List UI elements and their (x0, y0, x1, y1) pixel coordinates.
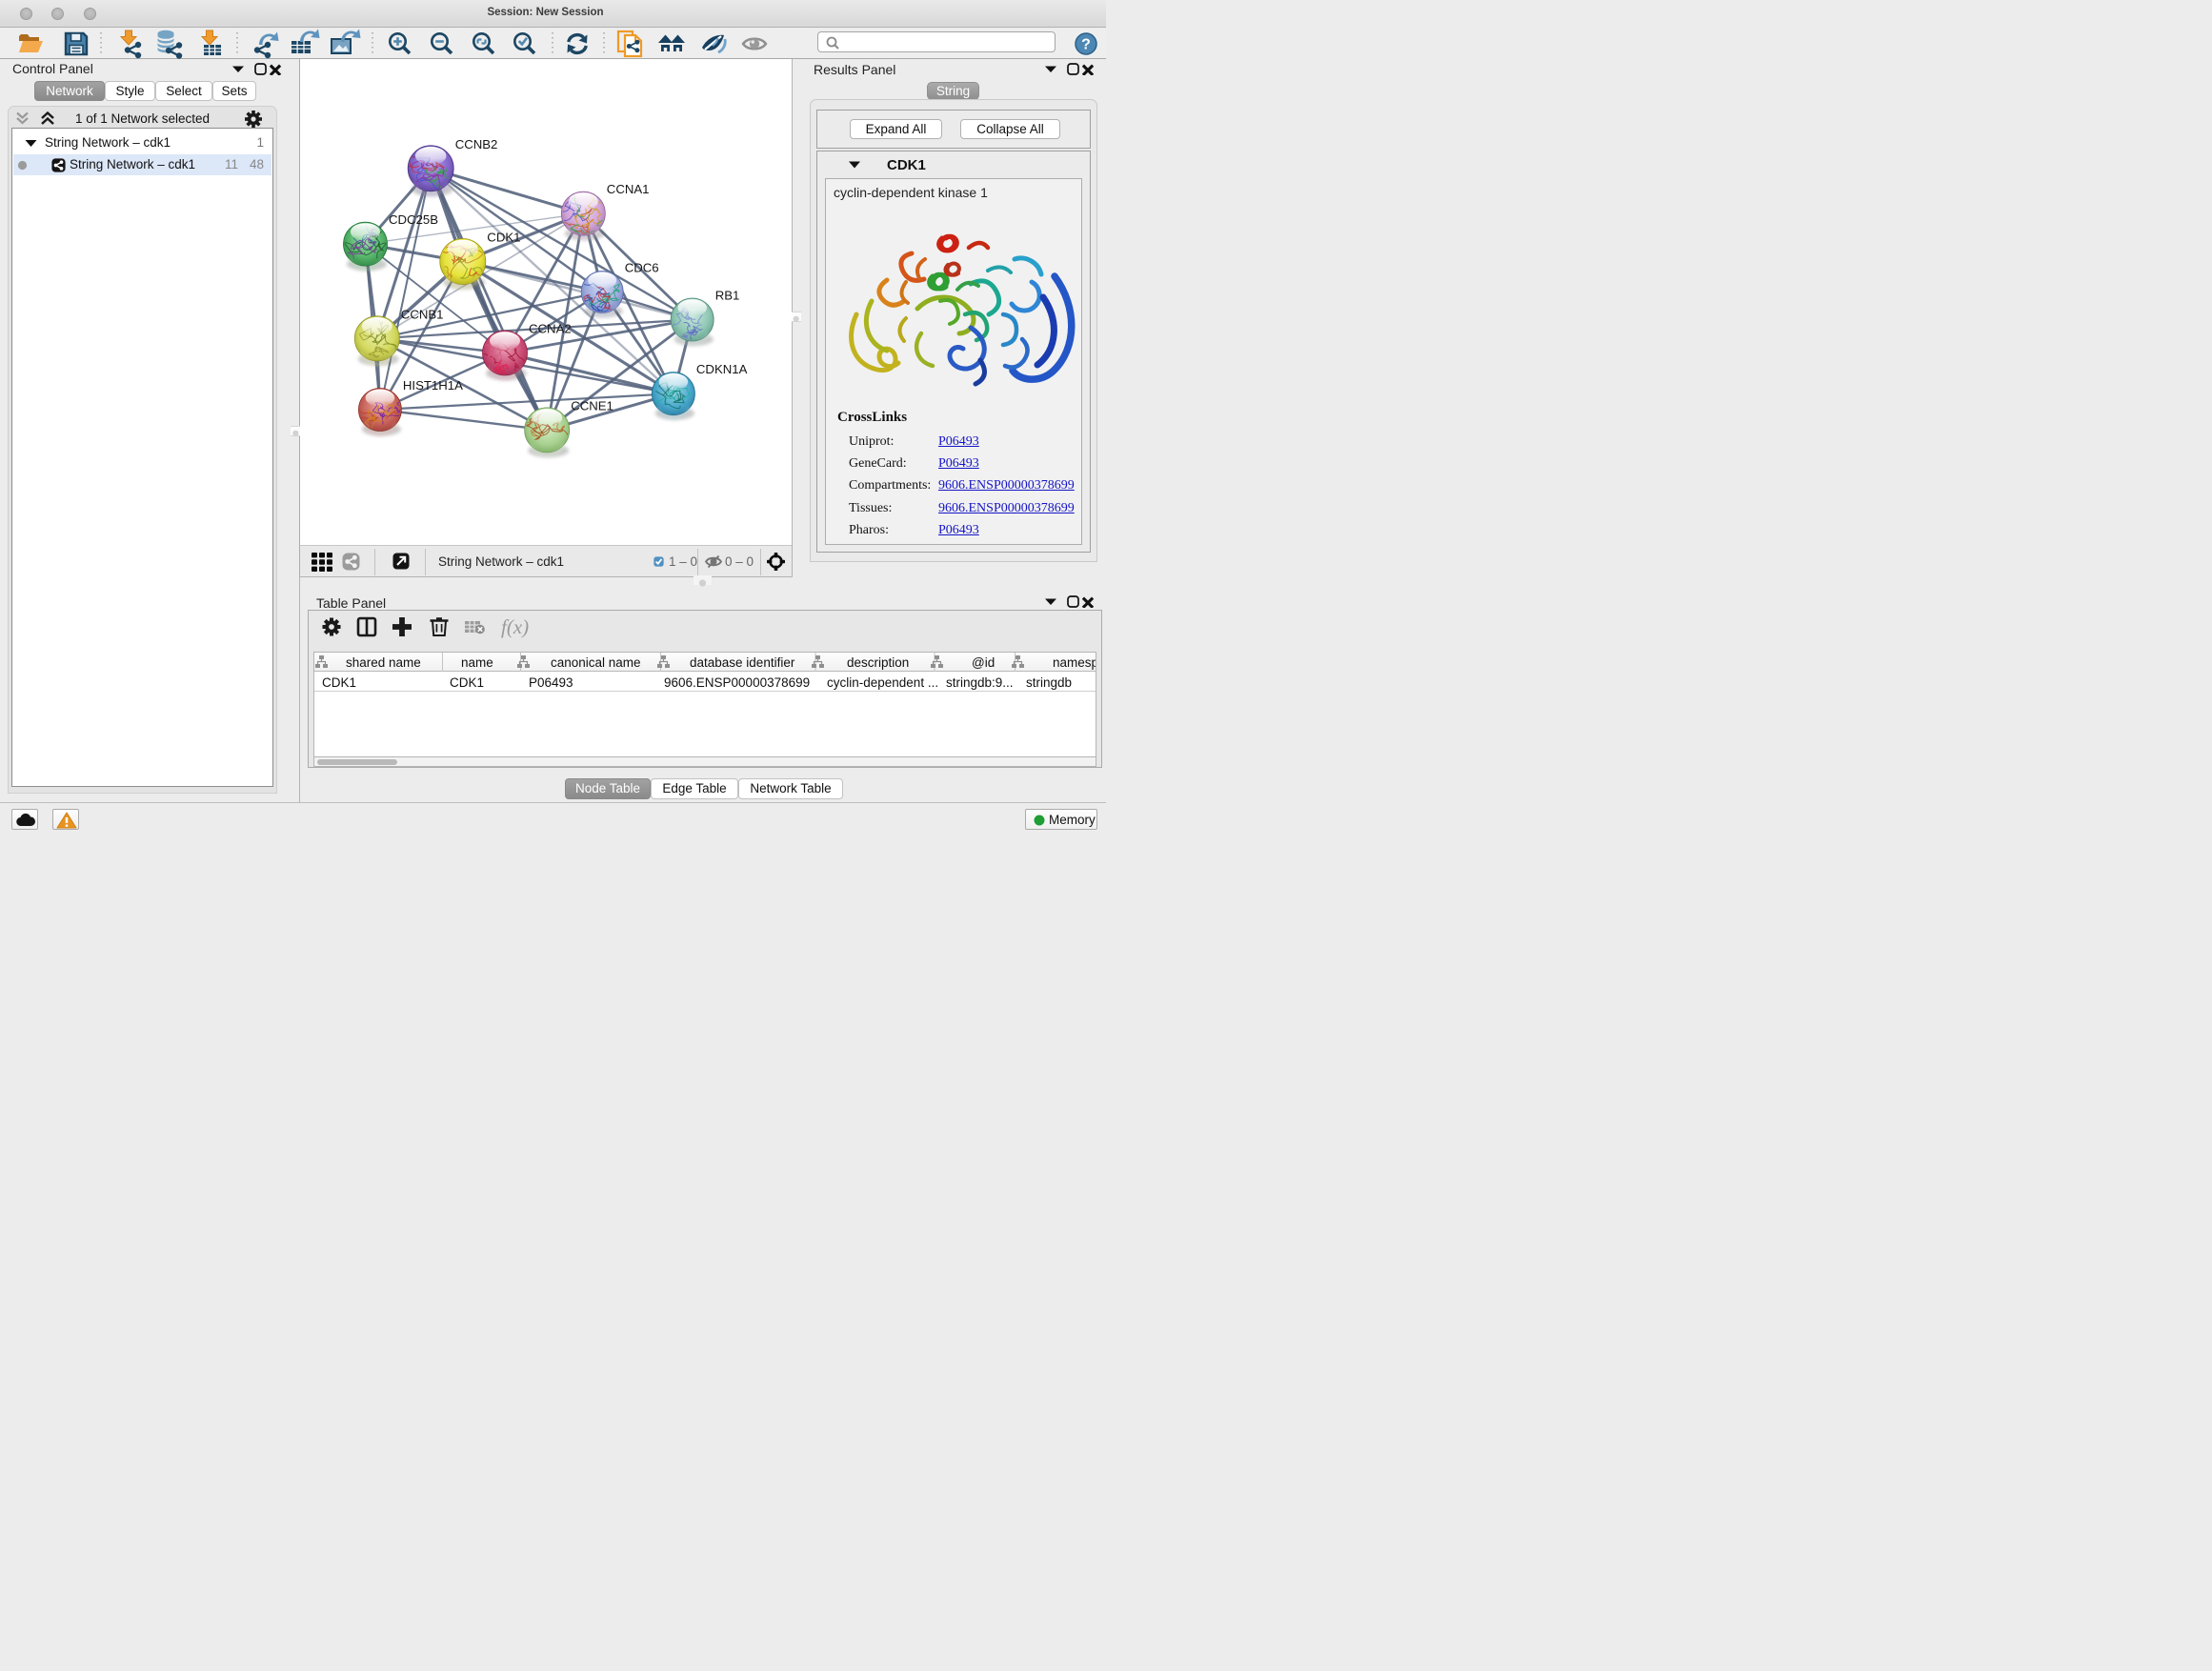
svg-text:shared name: shared name (346, 655, 421, 670)
svg-text:CCNA1: CCNA1 (607, 182, 650, 196)
svg-text:CDC25B: CDC25B (389, 212, 438, 227)
svg-text:CDK1: CDK1 (487, 231, 520, 245)
svg-text:CDK1: CDK1 (322, 675, 356, 690)
svg-text:cyclin-dependent ...: cyclin-dependent ... (827, 675, 938, 690)
svg-text:?: ? (1081, 37, 1091, 53)
svg-text:@id: @id (972, 655, 995, 670)
svg-text:9606.ENSP00000378699: 9606.ENSP00000378699 (664, 675, 810, 690)
svg-text:CDKN1A: CDKN1A (696, 362, 748, 376)
svg-text:CCNA2: CCNA2 (529, 322, 572, 336)
svg-text:database identifier: database identifier (690, 655, 795, 670)
svg-text:CCNE1: CCNE1 (571, 398, 613, 413)
svg-text:RB1: RB1 (715, 289, 740, 303)
svg-text:stringdb:9...: stringdb:9... (946, 675, 1014, 690)
svg-text:CCNB2: CCNB2 (455, 137, 498, 151)
svg-text:name: name (461, 655, 493, 670)
svg-text:stringdb: stringdb (1026, 675, 1072, 690)
svg-text:CDC6: CDC6 (625, 261, 659, 275)
svg-text:description: description (847, 655, 909, 670)
svg-text:canonical name: canonical name (551, 655, 641, 670)
svg-text:f(x): f(x) (501, 615, 529, 638)
svg-text:CCNB1: CCNB1 (401, 307, 444, 321)
svg-text:CDK1: CDK1 (450, 675, 484, 690)
svg-text:namespace: namespace (1053, 655, 1096, 670)
svg-text:P06493: P06493 (529, 675, 573, 690)
svg-text:HIST1H1A: HIST1H1A (403, 378, 463, 393)
